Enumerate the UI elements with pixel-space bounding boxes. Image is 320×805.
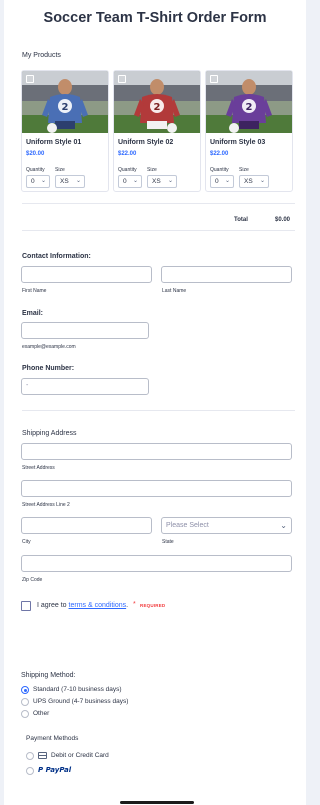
quantity-select[interactable]: 0 ⌄ <box>26 175 50 188</box>
order-form: Soccer Team T-Shirt Order Form My Produc… <box>4 0 306 805</box>
street-address-input[interactable] <box>21 443 292 460</box>
total-value: $0.00 <box>275 217 291 223</box>
credit-card-icon <box>38 752 47 759</box>
product-image-1: 2 <box>22 71 108 133</box>
product-price: $22.00 <box>210 151 229 157</box>
required-badge: REQUIRED <box>140 603 166 608</box>
divider <box>22 230 295 231</box>
quantity-label: Quantity <box>118 167 137 173</box>
required-asterisk: * <box>133 601 136 608</box>
email-sublabel: example@example.com <box>22 344 76 350</box>
quantity-select[interactable]: 0 ⌄ <box>210 175 234 188</box>
radio-label-ups-ground: UPS Ground (4-7 business days) <box>33 698 129 705</box>
divider <box>22 203 295 204</box>
paypal-p-icon: P <box>38 766 44 774</box>
home-indicator <box>120 801 194 804</box>
quantity-label: Quantity <box>210 167 229 173</box>
last-name-input[interactable] <box>161 266 292 283</box>
product-checkbox-3[interactable] <box>210 75 218 83</box>
chevron-down-icon: ⌄ <box>259 178 265 184</box>
size-select[interactable]: XS ⌄ <box>147 175 177 188</box>
email-field[interactable] <box>21 322 149 339</box>
last-name-sublabel: Last Name <box>162 288 187 294</box>
quantity-label: Quantity <box>26 167 45 173</box>
size-label: Size <box>147 167 157 173</box>
size-select[interactable]: XS ⌄ <box>239 175 269 188</box>
product-card-1[interactable]: 2 Uniform Style 01 $20.00 Quantity Size … <box>21 70 109 192</box>
paypal-logo: P PayPal <box>38 766 72 774</box>
zip-code-sublabel: Zip Code <box>22 577 43 583</box>
email-label: Email: <box>22 310 44 317</box>
payment-methods-label: Payment Methods <box>26 735 79 742</box>
radio-other[interactable] <box>21 710 29 718</box>
form-title: Soccer Team T-Shirt Order Form <box>43 10 267 26</box>
zip-code-input[interactable] <box>21 555 292 572</box>
terms-checkbox[interactable] <box>21 601 31 611</box>
shipping-method-label: Shipping Method: <box>21 672 76 679</box>
card-label: Debit or Credit Card <box>51 752 109 759</box>
chevron-down-icon: ⌄ <box>280 521 287 530</box>
street-address-2-sublabel: Street Address Line 2 <box>22 502 70 508</box>
product-image-3: 2 <box>206 71 292 133</box>
phone-label: Phone Number: <box>22 365 75 372</box>
product-checkbox-2[interactable] <box>118 75 126 83</box>
radio-label-other: Other <box>33 710 50 717</box>
chevron-down-icon: ⌄ <box>75 178 81 184</box>
svg-text:2: 2 <box>246 102 253 113</box>
terms-text: I agree to terms & conditions. <box>37 602 129 609</box>
product-price: $20.00 <box>26 151 45 157</box>
product-price: $22.00 <box>118 151 137 157</box>
product-name: Uniform Style 02 <box>118 139 174 146</box>
chevron-down-icon: ⌄ <box>224 178 230 184</box>
city-sublabel: City <box>22 539 31 545</box>
total-label: Total <box>234 217 248 223</box>
phone-input[interactable]: - <box>21 378 149 395</box>
radio-standard[interactable] <box>21 686 29 694</box>
size-select[interactable]: XS ⌄ <box>55 175 85 188</box>
radio-card[interactable] <box>26 752 34 760</box>
state-sublabel: State <box>162 539 174 545</box>
product-name: Uniform Style 03 <box>210 139 266 146</box>
chevron-down-icon: ⌄ <box>40 178 46 184</box>
radio-ups-ground[interactable] <box>21 698 29 706</box>
chevron-down-icon: ⌄ <box>132 178 138 184</box>
city-input[interactable] <box>21 517 152 534</box>
product-card-2[interactable]: 2 Uniform Style 02 $22.00 Quantity Size … <box>113 70 201 192</box>
product-name: Uniform Style 01 <box>26 139 82 146</box>
product-image-2: 2 <box>114 71 200 133</box>
product-card-3[interactable]: 2 Uniform Style 03 $22.00 Quantity Size … <box>205 70 293 192</box>
divider <box>22 410 295 411</box>
radio-label-standard: Standard (7-10 business days) <box>33 686 122 693</box>
radio-paypal[interactable] <box>26 767 34 775</box>
contact-label: Contact Information: <box>22 253 91 260</box>
shipping-address-label: Shipping Address <box>22 430 77 437</box>
terms-link[interactable]: terms & conditions <box>69 602 127 609</box>
size-label: Size <box>239 167 249 173</box>
street-address-sublabel: Street Address <box>22 465 55 471</box>
first-name-input[interactable] <box>21 266 152 283</box>
chevron-down-icon: ⌄ <box>167 178 173 184</box>
state-select[interactable]: Please Select ⌄ <box>161 517 292 534</box>
svg-text:2: 2 <box>154 102 161 113</box>
products-label: My Products <box>22 52 61 59</box>
first-name-sublabel: First Name <box>22 288 47 294</box>
quantity-select[interactable]: 0 ⌄ <box>118 175 142 188</box>
street-address-2-input[interactable] <box>21 480 292 497</box>
svg-text:2: 2 <box>62 102 69 113</box>
size-label: Size <box>55 167 65 173</box>
product-checkbox-1[interactable] <box>26 75 34 83</box>
